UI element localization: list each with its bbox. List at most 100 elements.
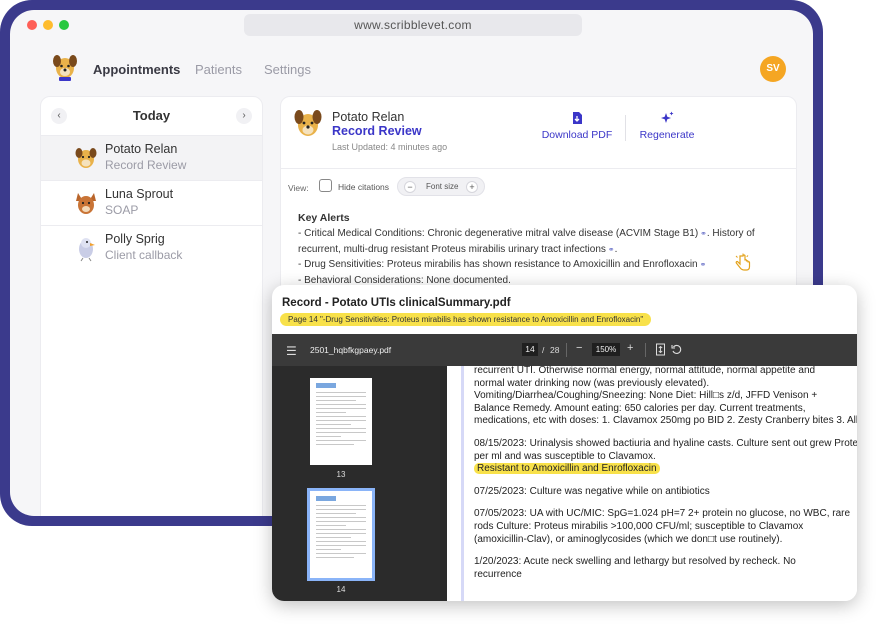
record-body: Key Alerts - Critical Medical Conditions… [298,212,788,288]
link-icon[interactable]: ⚭ [700,226,707,242]
window-zoom-button[interactable] [59,20,69,30]
record-text: recurrent, multi-drug resistant Proteus … [298,243,606,255]
dog-logo-icon[interactable] [50,52,80,82]
pdf-line: normal water drinking now (was previousl… [474,377,710,389]
schedule-item-potato[interactable]: Potato Relan Record Review [41,135,262,180]
regenerate-button[interactable]: Regenerate [627,111,707,141]
nav-appointments[interactable]: Appointments [93,62,180,77]
bird-avatar-icon [79,238,95,262]
dog-avatar-icon [75,148,97,168]
nav-settings[interactable]: Settings [264,62,311,77]
menu-icon[interactable]: ☰ [286,344,297,358]
pdf-gap [474,546,857,556]
chevron-right-icon[interactable]: › [236,108,252,124]
thumbnail-number: 13 [336,470,346,479]
pdf-line: medications, etc with doses: 1. Clavamox… [474,415,857,427]
pdf-line: recurrent UTI. Otherwise normal energy, … [474,366,816,376]
thumbnail-sidebar: 13 14 [272,366,447,601]
pdf-gap [474,476,857,486]
date-title: Today [132,108,171,123]
citation-rule [461,366,464,601]
dog-avatar-icon [294,110,322,136]
user-avatar[interactable]: SV [760,56,786,82]
pdf-line: 07/25/2023: Culture was negative while o… [474,485,710,497]
pdf-line: Balance Remedy. Amount eating: 650 calor… [474,402,806,414]
record-patient-name: Potato Relan [332,110,405,124]
record-line: - Critical Medical Conditions: Chronic d… [298,226,788,242]
pdf-line: rods Culture: Proteus mirabilis >100,000… [474,520,804,532]
action-divider [625,115,626,141]
page-separator: / [542,345,545,355]
pdf-gap [474,498,857,508]
pointer-hand-icon [735,253,751,271]
record-updated: Last Updated: 4 minutes ago [332,142,448,152]
schedule-item-name: Polly Sprig [105,232,165,246]
page-total: 28 [550,345,560,355]
url-bar[interactable]: www.scribblevet.com [244,14,582,36]
zoom-in-button[interactable]: + [627,342,633,354]
link-icon[interactable]: ⚭ [700,257,707,273]
hide-citations-label: Hide citations [338,182,390,192]
app-nav: Appointments Patients Settings SV [10,48,813,92]
schedule-item-sub: SOAP [105,203,139,217]
thumbnail-logo [316,383,336,388]
record-header: Potato Relan Record Review Last Updated:… [281,97,796,169]
schedule-item-luna[interactable]: Luna Sprout SOAP [41,180,262,225]
record-text: . [614,243,618,255]
window-minimize-button[interactable] [43,20,53,30]
zoom-out-button[interactable]: − [576,342,582,354]
window-close-button[interactable] [27,20,37,30]
download-icon [573,112,582,124]
pdf-toolbar: ☰ 2501_hqbfkgpaey.pdf 14 / 28 − 150% + [272,334,857,366]
pdf-filename: 2501_hqbfkgpaey.pdf [310,345,392,355]
zoom-level[interactable]: 150% [592,343,620,356]
thumbnail-text [316,392,366,448]
font-size-increase-button[interactable]: + [466,181,478,193]
record-text: - Drug Sensitivities: Proteus mirabilis … [298,259,698,270]
pdf-line: 07/05/2023: UA with UC/MIC: SpG=1.024 pH… [474,508,851,520]
thumbnail-number: 14 [336,585,346,594]
pdf-line: Vomiting/Diarrhea/Coughing/Sneezing: Non… [474,390,818,402]
download-pdf-button[interactable]: Download PDF [537,111,617,141]
pdf-line: 08/15/2023: Urinalysis showed bactiuria … [474,437,857,449]
sparkle-icon [661,111,674,123]
schedule-item-name: Potato Relan [105,142,178,156]
thumbnail-page-14[interactable] [307,488,375,581]
pdf-text: recurrent UTI. Otherwise normal energy, … [474,366,857,581]
key-alerts-heading: Key Alerts [298,212,350,224]
regenerate-label: Regenerate [639,129,695,141]
record-text: - Behavioral Considerations: None docume… [298,274,511,286]
record-text: . History of [706,228,755,239]
thumbnail-page-13[interactable] [310,378,372,465]
highlighted-citation: Resistant to Amoxicillin and Enrofloxaci… [474,463,660,475]
pdf-line: (amoxicillin-Clav), or aminoglycosides (… [474,533,783,545]
cat-avatar-icon [76,193,96,214]
nav-patients[interactable]: Patients [195,62,242,77]
date-row: ‹ Today › [41,97,262,135]
pdf-line: 1/20/2023: Acute neck swelling and letha… [474,556,796,568]
page-number-input[interactable]: 14 [522,343,538,356]
pdf-line: per ml and was susceptible to Clavamox. [474,450,656,462]
record-text: - Critical Medical Conditions: Chronic d… [298,228,699,239]
font-size-control: − Font size + [397,177,485,196]
thumbnail-logo [316,496,336,501]
pdf-page: recurrent UTI. Otherwise normal energy, … [447,366,857,601]
link-icon[interactable]: ⚭ [608,242,615,258]
schedule-item-sub: Client callback [105,248,183,262]
pdf-gap [474,428,857,438]
schedule-item-name: Luna Sprout [105,187,174,201]
record-line: - Drug Sensitivities: Proteus mirabilis … [298,257,788,273]
fit-page-icon[interactable] [655,343,666,356]
record-title: Record Review [332,124,422,138]
viewer-title: Record - Potato UTIs clinicalSummary.pdf [282,297,511,309]
rotate-icon[interactable] [671,343,682,356]
schedule-item-polly[interactable]: Polly Sprig Client callback [41,225,262,270]
schedule-item-sub: Record Review [105,158,187,172]
download-pdf-label: Download PDF [541,129,613,141]
citation-viewer: Record - Potato UTIs clinicalSummary.pdf… [272,285,857,601]
citation-badge: Page 14 "-Drug Sensitivities: Proteus mi… [280,313,652,326]
view-label: View: [288,183,309,193]
font-size-decrease-button[interactable]: − [404,181,416,193]
hide-citations-checkbox[interactable] [319,179,332,192]
browser-chrome: www.scribblevet.com [10,10,813,42]
